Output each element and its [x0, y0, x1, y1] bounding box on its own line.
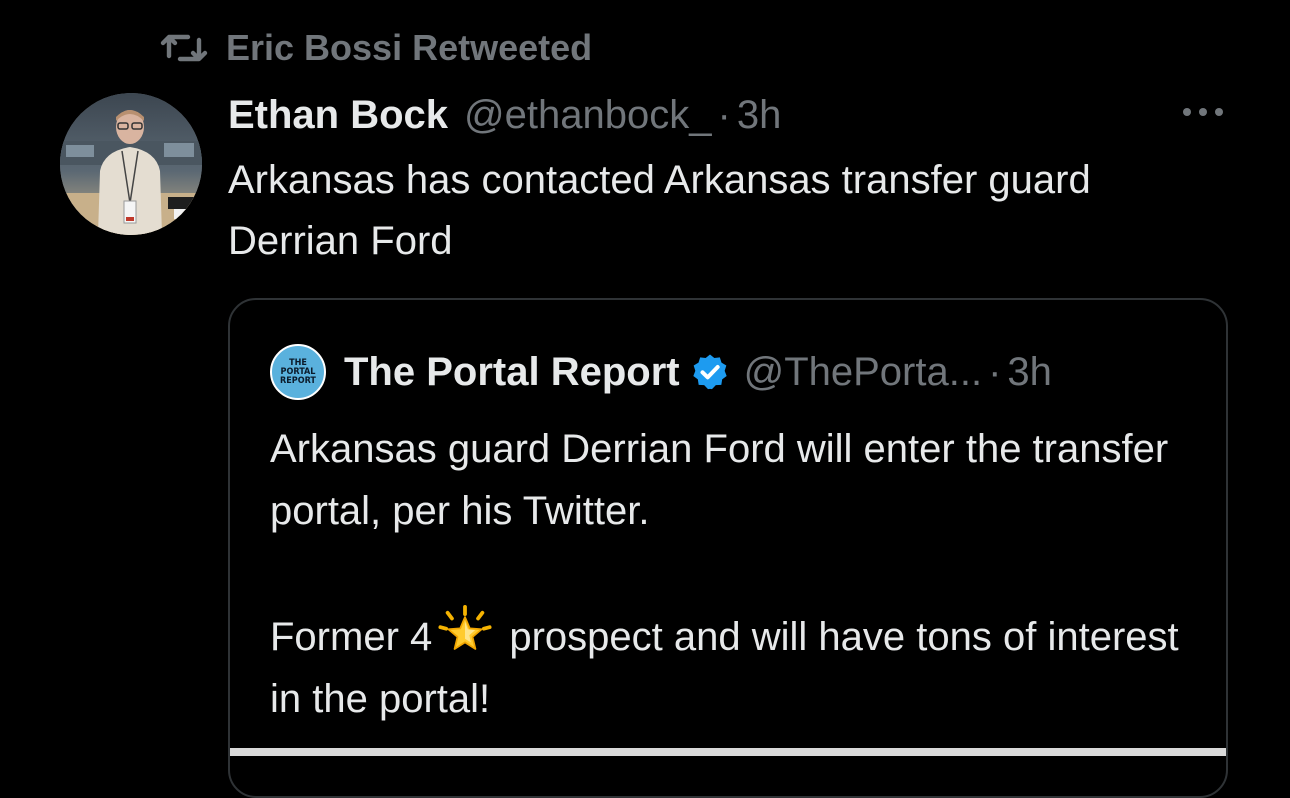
tweet-text: Arkansas has contacted Arkansas transfer… [228, 158, 1091, 263]
retweet-text[interactable]: Eric Bossi Retweeted [226, 27, 592, 69]
quote-user-handle[interactable]: @ThePorta... [744, 350, 982, 395]
quote-avatar-line: REPORT [280, 375, 316, 386]
quote-header: THE PORTAL REPORT The Portal Report @The… [270, 344, 1052, 400]
retweet-icon [160, 34, 208, 62]
avatar-photo [60, 93, 202, 235]
quote-paragraph: Former 4 prospect and will have tons of … [270, 604, 1210, 730]
tweet-header: Ethan Bock @ethanbock_ · 3h [228, 88, 781, 142]
quote-text-segment: Former 4 [270, 615, 433, 659]
user-avatar[interactable] [60, 93, 202, 235]
quoted-tweet-card[interactable]: THE PORTAL REPORT The Portal Report @The… [228, 298, 1228, 798]
quote-media-preview[interactable] [228, 748, 1228, 756]
quote-text: Arkansas guard Derrian Ford will enter t… [270, 418, 1210, 730]
verified-badge-icon [692, 354, 727, 390]
retweet-banner[interactable]: Eric Bossi Retweeted [160, 26, 592, 70]
quote-avatar[interactable]: THE PORTAL REPORT [270, 344, 326, 400]
tweet-timestamp[interactable]: 3h [737, 93, 782, 138]
quote-paragraph: Arkansas guard Derrian Ford will enter t… [270, 427, 1169, 533]
glowing-star-emoji [438, 605, 492, 650]
user-handle[interactable]: @ethanbock_ [464, 93, 711, 138]
more-horizontal-icon[interactable] [1180, 100, 1226, 124]
separator-dot: · [717, 92, 731, 137]
quote-display-name[interactable]: The Portal Report [344, 350, 680, 395]
separator-dot: · [988, 349, 1002, 394]
display-name[interactable]: Ethan Bock [228, 93, 448, 138]
quote-timestamp[interactable]: 3h [1007, 350, 1052, 395]
